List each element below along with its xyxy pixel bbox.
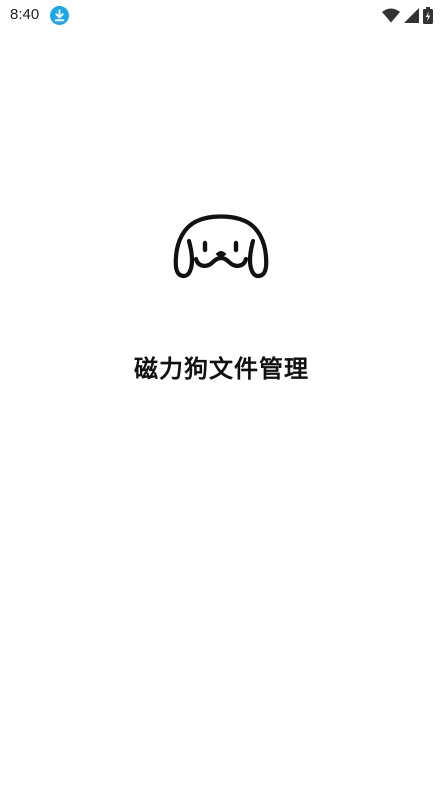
battery-charging-icon bbox=[423, 6, 433, 24]
cellular-signal-icon bbox=[404, 7, 419, 23]
download-icon bbox=[50, 6, 69, 25]
wifi-icon bbox=[382, 8, 400, 22]
status-bar: 8:40 bbox=[0, 0, 443, 30]
status-icons bbox=[382, 5, 433, 25]
app-name: 磁力狗文件管理 bbox=[134, 355, 309, 383]
dog-face-logo-icon bbox=[173, 214, 269, 279]
status-time: 8:40 bbox=[10, 6, 40, 23]
